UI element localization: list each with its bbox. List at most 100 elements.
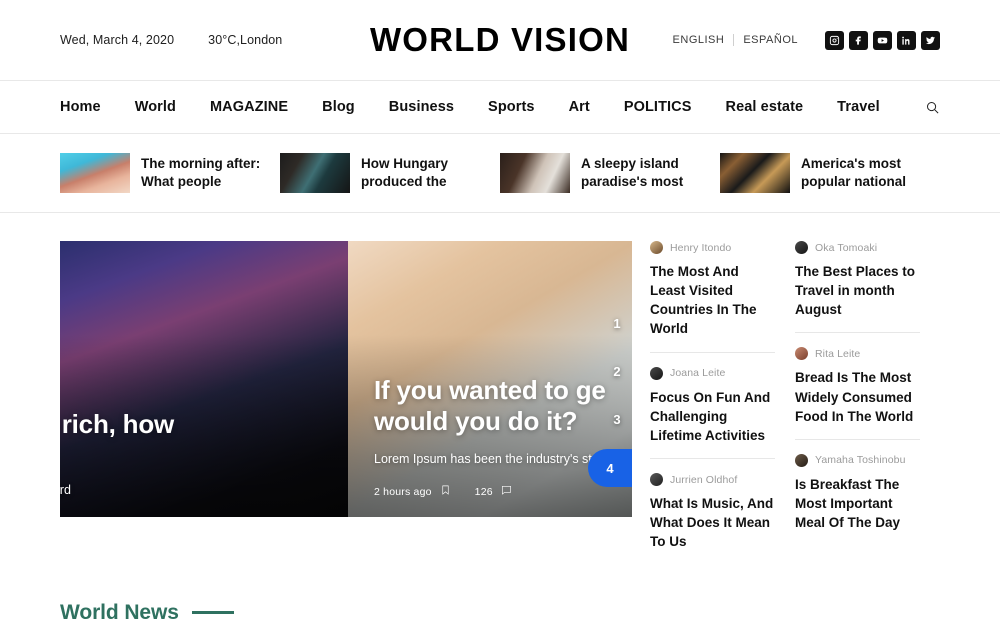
social-links xyxy=(825,30,940,50)
article-title[interactable]: Focus On Fun And Challenging Lifetime Ac… xyxy=(650,388,775,445)
slider-page-3[interactable]: 3 xyxy=(602,395,632,443)
author-name: Henry Itondo xyxy=(670,241,732,254)
article-author: Jurrien Oldhof xyxy=(650,473,775,487)
page-root: Wed, March 4, 2020 30°C,London WORLD VIS… xyxy=(0,0,1000,642)
main-content: et rich, how andard If you wanted to ge … xyxy=(60,213,940,565)
slider-page-4-active[interactable]: 4 xyxy=(588,449,632,487)
article-author: Oka Tomoaki xyxy=(795,241,920,254)
section-divider xyxy=(191,611,234,614)
ticker-item[interactable]: The morning after: What people xyxy=(60,153,280,193)
slider-page-1[interactable]: 1 xyxy=(602,299,632,347)
sidebar-article[interactable]: Henry Itondo The Most And Least Visited … xyxy=(650,241,775,352)
author-name: Jurrien Oldhof xyxy=(670,473,738,486)
language-espanol[interactable]: ESPAÑOL xyxy=(734,34,807,46)
sidebar-column-left: Henry Itondo The Most And Least Visited … xyxy=(650,241,795,565)
slide-subtitle: Lorem Ipsum has been the industry's st xyxy=(374,451,592,466)
sidebar-article[interactable]: Rita Leite Bread Is The Most Widely Cons… xyxy=(795,332,920,438)
ticker-thumbnail xyxy=(500,153,570,193)
nav-item-magazine[interactable]: MAGAZINE xyxy=(210,99,288,115)
main-navigation: Home World MAGAZINE Blog Business Sports… xyxy=(0,80,1000,134)
slide-timestamp: 2 hours ago xyxy=(374,485,432,498)
ticker-title: America's most popular national xyxy=(801,156,907,189)
nav-item-world[interactable]: World xyxy=(135,99,176,115)
ticker-thumbnail xyxy=(720,153,790,193)
slide-meta: 2 hours ago 126 xyxy=(374,484,616,499)
site-logo[interactable]: WORLD VISION xyxy=(370,21,630,59)
author-name: Oka Tomoaki xyxy=(815,241,878,254)
world-news-cards xyxy=(60,625,940,642)
sidebar-article[interactable]: Jurrien Oldhof What Is Music, And What D… xyxy=(650,458,775,564)
slide-content: et rich, how andard xyxy=(60,409,332,499)
weather-info: 30°C,London xyxy=(208,33,283,47)
ticker-title: The morning after: What people xyxy=(141,156,261,189)
slide-title: et rich, how xyxy=(60,408,175,439)
sidebar-article[interactable]: Yamaha Toshinobu Is Breakfast The Most I… xyxy=(795,438,920,545)
avatar xyxy=(650,366,663,380)
avatar xyxy=(650,473,663,487)
author-name: Yamaha Toshinobu xyxy=(815,454,906,467)
comment-count: 126 xyxy=(474,485,493,498)
topbar-left: Wed, March 4, 2020 30°C,London xyxy=(60,33,282,47)
author-name: Rita Leite xyxy=(815,347,861,360)
nav-item-travel[interactable]: Travel xyxy=(837,99,880,115)
nav-item-blog[interactable]: Blog xyxy=(322,99,355,115)
sidebar-column-right: Oka Tomoaki The Best Places to Travel in… xyxy=(795,241,940,565)
comment-icon[interactable] xyxy=(501,484,512,499)
article-author: Henry Itondo xyxy=(650,241,775,254)
nav-item-real-estate[interactable]: Real estate xyxy=(726,99,804,115)
author-name: Joana Leite xyxy=(670,367,726,380)
article-title[interactable]: Is Breakfast The Most Important Meal Of … xyxy=(795,475,920,532)
nav-item-art[interactable]: Art xyxy=(569,99,590,115)
avatar xyxy=(650,241,663,254)
nav-item-politics[interactable]: POLITICS xyxy=(624,99,692,115)
article-title[interactable]: The Best Places to Travel in month Augus… xyxy=(795,262,920,319)
facebook-icon[interactable] xyxy=(849,30,868,50)
ticker-item[interactable]: A sleepy island paradise's most xyxy=(500,153,720,193)
topbar-right: ENGLISH ESPAÑOL xyxy=(673,30,940,50)
article-author: Rita Leite xyxy=(795,347,920,361)
slide-title-line1: If you wanted to ge xyxy=(374,375,606,406)
youtube-icon[interactable] xyxy=(873,30,892,50)
slide-content: If you wanted to ge would you do it? Lor… xyxy=(374,375,616,499)
article-author: Yamaha Toshinobu xyxy=(795,453,920,467)
language-english[interactable]: ENGLISH xyxy=(673,34,735,46)
article-author: Joana Leite xyxy=(650,366,775,380)
bookmark-icon[interactable] xyxy=(440,484,451,499)
current-date: Wed, March 4, 2020 xyxy=(60,33,175,47)
avatar xyxy=(795,241,808,254)
ticker-list: The morning after: What people How Hunga… xyxy=(60,134,940,212)
language-switcher: ENGLISH ESPAÑOL xyxy=(673,34,807,46)
ticker-title: How Hungary produced the xyxy=(361,156,449,189)
avatar xyxy=(795,347,808,361)
ticker-thumbnail xyxy=(280,153,350,193)
header-bar: Wed, March 4, 2020 30°C,London WORLD VIS… xyxy=(60,0,940,80)
sidebar-article[interactable]: Joana Leite Focus On Fun And Challenging… xyxy=(650,351,775,458)
article-title[interactable]: Bread Is The Most Widely Consumed Food I… xyxy=(795,368,920,425)
world-news-header: World News xyxy=(60,565,940,625)
slide-title: If you wanted to ge would you do it? xyxy=(374,375,616,436)
hero-slide-previous[interactable]: et rich, how andard xyxy=(60,241,348,517)
slide-subtitle: andard xyxy=(60,482,71,497)
slider-page-2[interactable]: 2 xyxy=(602,347,632,395)
search-icon[interactable] xyxy=(925,100,940,115)
nav-item-business[interactable]: Business xyxy=(389,99,454,115)
ticker-thumbnail xyxy=(60,153,130,193)
nav-item-home[interactable]: Home xyxy=(60,99,101,115)
slider-pagination: 1 2 3 4 xyxy=(588,299,632,487)
twitter-icon[interactable] xyxy=(921,30,940,50)
instagram-icon[interactable] xyxy=(825,30,844,50)
topbar: Wed, March 4, 2020 30°C,London WORLD VIS… xyxy=(60,0,940,80)
article-sidebar: Henry Itondo The Most And Least Visited … xyxy=(632,241,940,565)
article-title[interactable]: The Most And Least Visited Countries In … xyxy=(650,262,775,339)
sidebar-article[interactable]: Oka Tomoaki The Best Places to Travel in… xyxy=(795,241,920,332)
avatar xyxy=(795,453,808,467)
ticker-item[interactable]: How Hungary produced the xyxy=(280,153,500,193)
nav-list: Home World MAGAZINE Blog Business Sports… xyxy=(60,81,940,133)
ticker-item[interactable]: America's most popular national xyxy=(720,153,940,193)
ticker-title: A sleepy island paradise's most xyxy=(581,156,684,189)
headline-ticker: The morning after: What people How Hunga… xyxy=(0,134,1000,213)
hero-slider[interactable]: et rich, how andard If you wanted to ge … xyxy=(60,241,632,517)
article-title[interactable]: What Is Music, And What Does It Mean To … xyxy=(650,494,775,551)
nav-item-sports[interactable]: Sports xyxy=(488,99,535,115)
linkedin-icon[interactable] xyxy=(897,30,916,50)
